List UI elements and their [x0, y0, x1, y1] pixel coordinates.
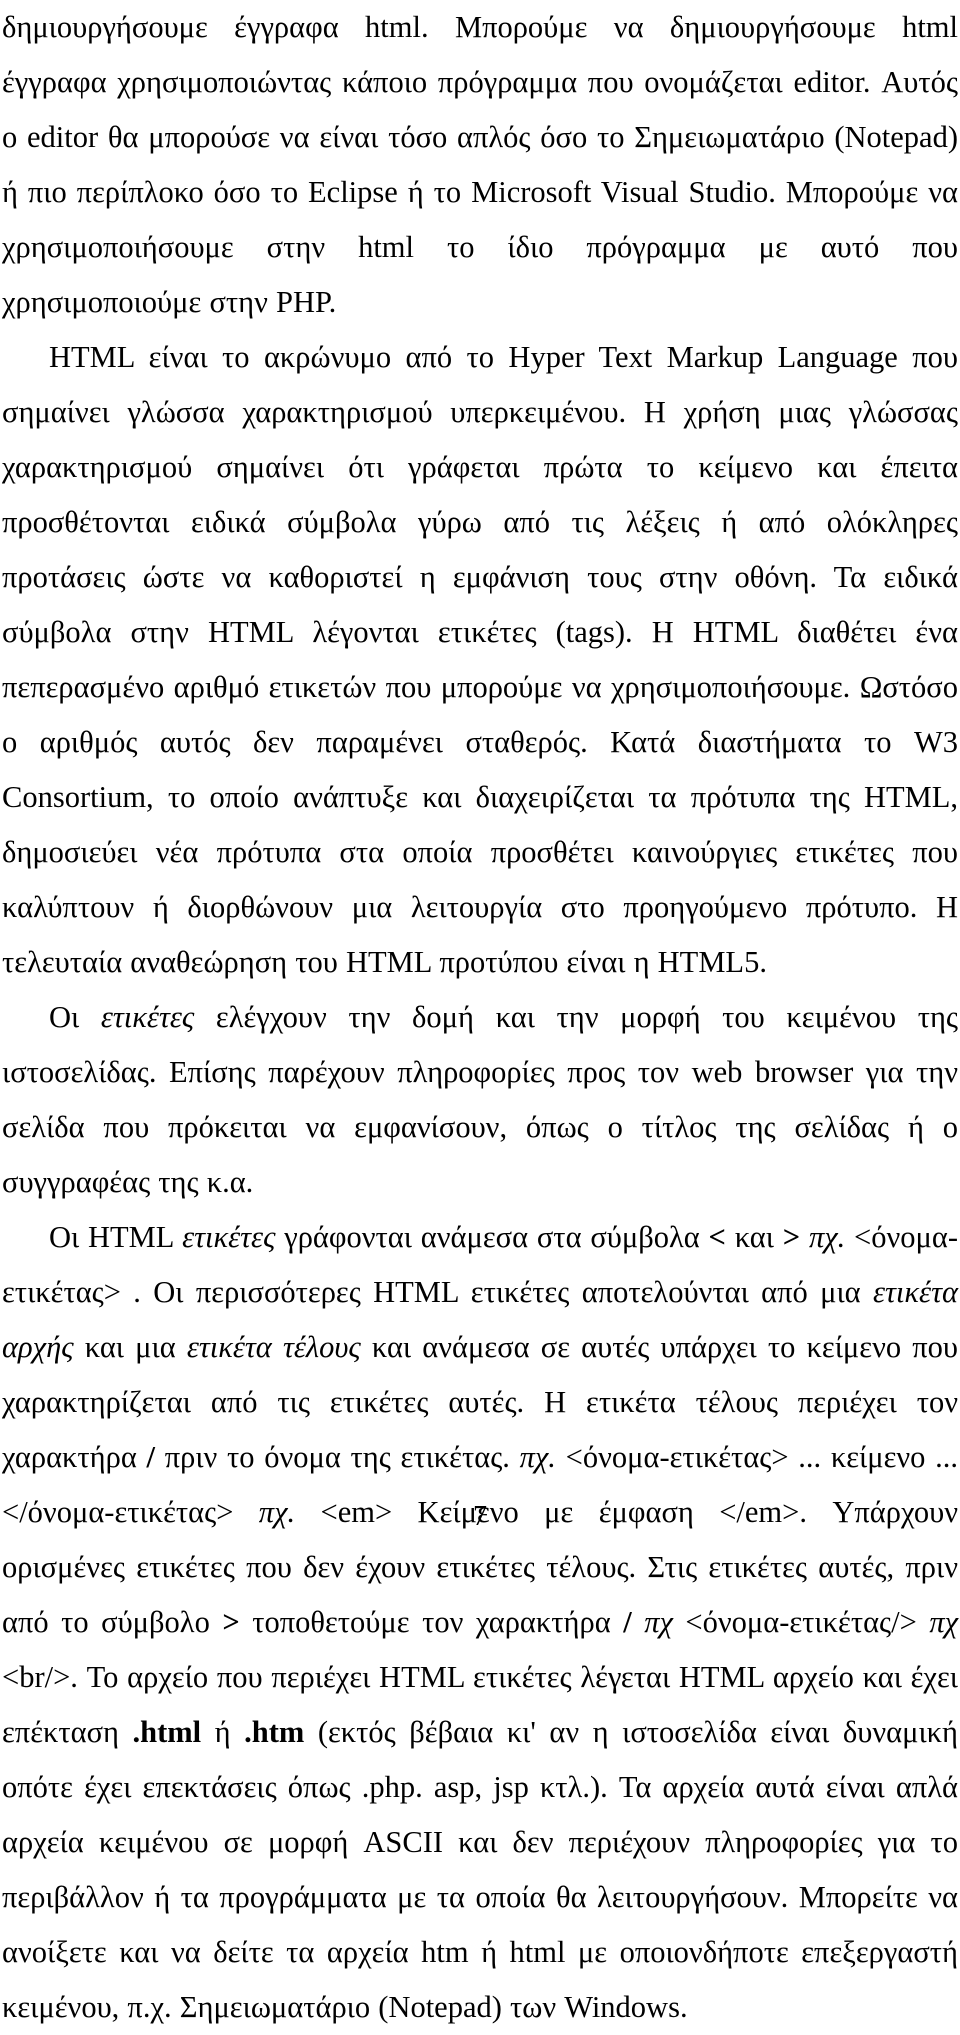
- emphasis-text: πχ: [644, 1605, 673, 1639]
- strong-text: >: [782, 1220, 801, 1254]
- body-text: πριν το όνομα της ετικέτας.: [155, 1440, 520, 1474]
- document-page: δημιουργήσουμε έγγραφα html. Μπορούμε να…: [0, 0, 960, 2024]
- body-text: και μια: [73, 1330, 187, 1364]
- emphasis-text: πχ: [929, 1605, 959, 1639]
- body-text: και: [725, 1220, 783, 1254]
- body-text: γράφονται ανάμεσα στα σύμβολα: [275, 1220, 709, 1254]
- strong-text: /: [146, 1440, 156, 1474]
- page-text-body: δημιουργήσουμε έγγραφα html. Μπορούμε να…: [2, 0, 958, 2035]
- body-text: τοποθετούμε τον χαρακτήρα: [239, 1605, 624, 1639]
- body-text: <όνομα-ετικέτας/>: [672, 1605, 930, 1639]
- body-text: Οι: [49, 1000, 101, 1034]
- body-text: [632, 1605, 645, 1639]
- body-text: ή: [201, 1715, 245, 1749]
- emphasis-text: ετικέτες: [182, 1220, 276, 1254]
- strong-text: <: [708, 1220, 726, 1254]
- body-text: [800, 1220, 809, 1254]
- emphasis-text: ετικέτα τέλους: [186, 1330, 361, 1364]
- paragraph-2: HTML είναι το ακρώνυμο από το Hyper Text…: [2, 330, 958, 990]
- emphasis-text: πχ.: [808, 1220, 846, 1254]
- page-number: 7: [473, 1501, 487, 1532]
- paragraph-4: Οι HTML ετικέτες γράφονται ανάμεσα στα σ…: [2, 1210, 958, 2035]
- body-text: HTML είναι το ακρώνυμο από το Hyper Text…: [2, 340, 958, 979]
- strong-text: >: [222, 1605, 240, 1639]
- emphasis-text: πχ.: [519, 1440, 556, 1474]
- paragraph-3: Οι ετικέτες ελέγχουν την δομή και την μο…: [2, 990, 958, 1210]
- strong-text: .html: [132, 1715, 202, 1749]
- emphasis-text: ετικέτες: [100, 1000, 195, 1034]
- body-text: δημιουργήσουμε έγγραφα html. Μπορούμε να…: [2, 10, 958, 319]
- strong-text: .htm: [244, 1715, 305, 1749]
- body-text: (εκτός βέβαια κι' αν η ιστοσελίδα είναι …: [2, 1715, 958, 2024]
- strong-text: /: [623, 1605, 632, 1639]
- paragraph-1: δημιουργήσουμε έγγραφα html. Μπορούμε να…: [2, 0, 958, 330]
- body-text: Οι HTML: [49, 1220, 183, 1254]
